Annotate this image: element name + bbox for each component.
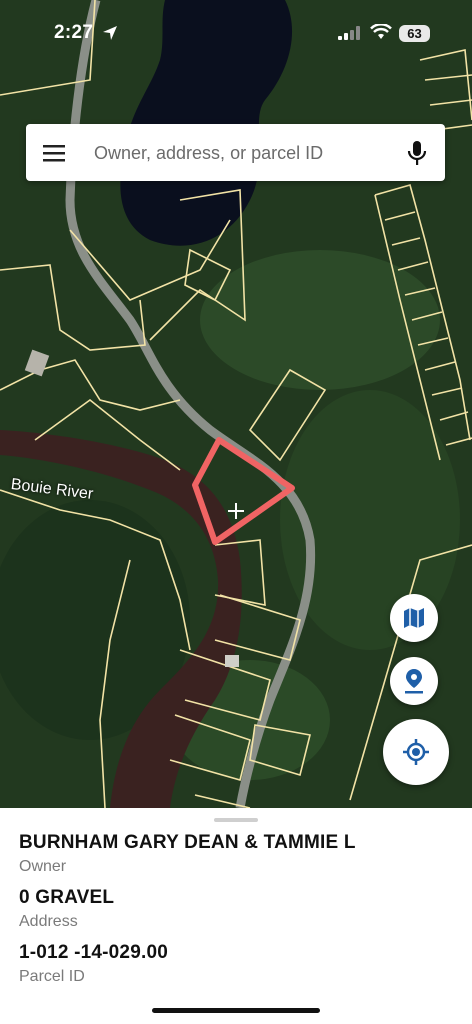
battery-indicator: 63 xyxy=(399,25,430,42)
map-type-button[interactable] xyxy=(390,594,438,642)
parcel-id-value: 1-012 -14-029.00 xyxy=(19,942,168,963)
menu-icon[interactable] xyxy=(43,143,67,163)
location-pin-icon xyxy=(405,669,423,694)
map-icon xyxy=(404,608,424,628)
address-value: 0 GRAVEL xyxy=(19,887,115,908)
sheet-drag-handle[interactable] xyxy=(214,818,258,822)
my-location-icon xyxy=(403,739,429,765)
crosshair-icon xyxy=(227,502,245,520)
my-location-button[interactable] xyxy=(383,719,449,785)
microphone-icon[interactable] xyxy=(405,139,429,167)
address-label: Address xyxy=(19,913,78,930)
parcel-details-sheet[interactable]: BURNHAM GARY DEAN & TAMMIE L Owner 0 GRA… xyxy=(0,808,472,1024)
search-bar xyxy=(26,124,445,181)
drop-pin-button[interactable] xyxy=(390,657,438,705)
signal-icon xyxy=(338,26,360,40)
location-arrow-icon xyxy=(103,26,117,40)
home-indicator[interactable] xyxy=(152,1008,320,1013)
owner-label: Owner xyxy=(19,858,67,875)
status-time: 2:27 xyxy=(54,22,94,43)
status-bar: 2:27 63 xyxy=(0,0,472,66)
parcel-id-label: Parcel ID xyxy=(19,968,85,985)
search-input[interactable] xyxy=(92,134,396,172)
wifi-icon xyxy=(370,24,392,39)
owner-value: BURNHAM GARY DEAN & TAMMIE L xyxy=(19,832,356,853)
